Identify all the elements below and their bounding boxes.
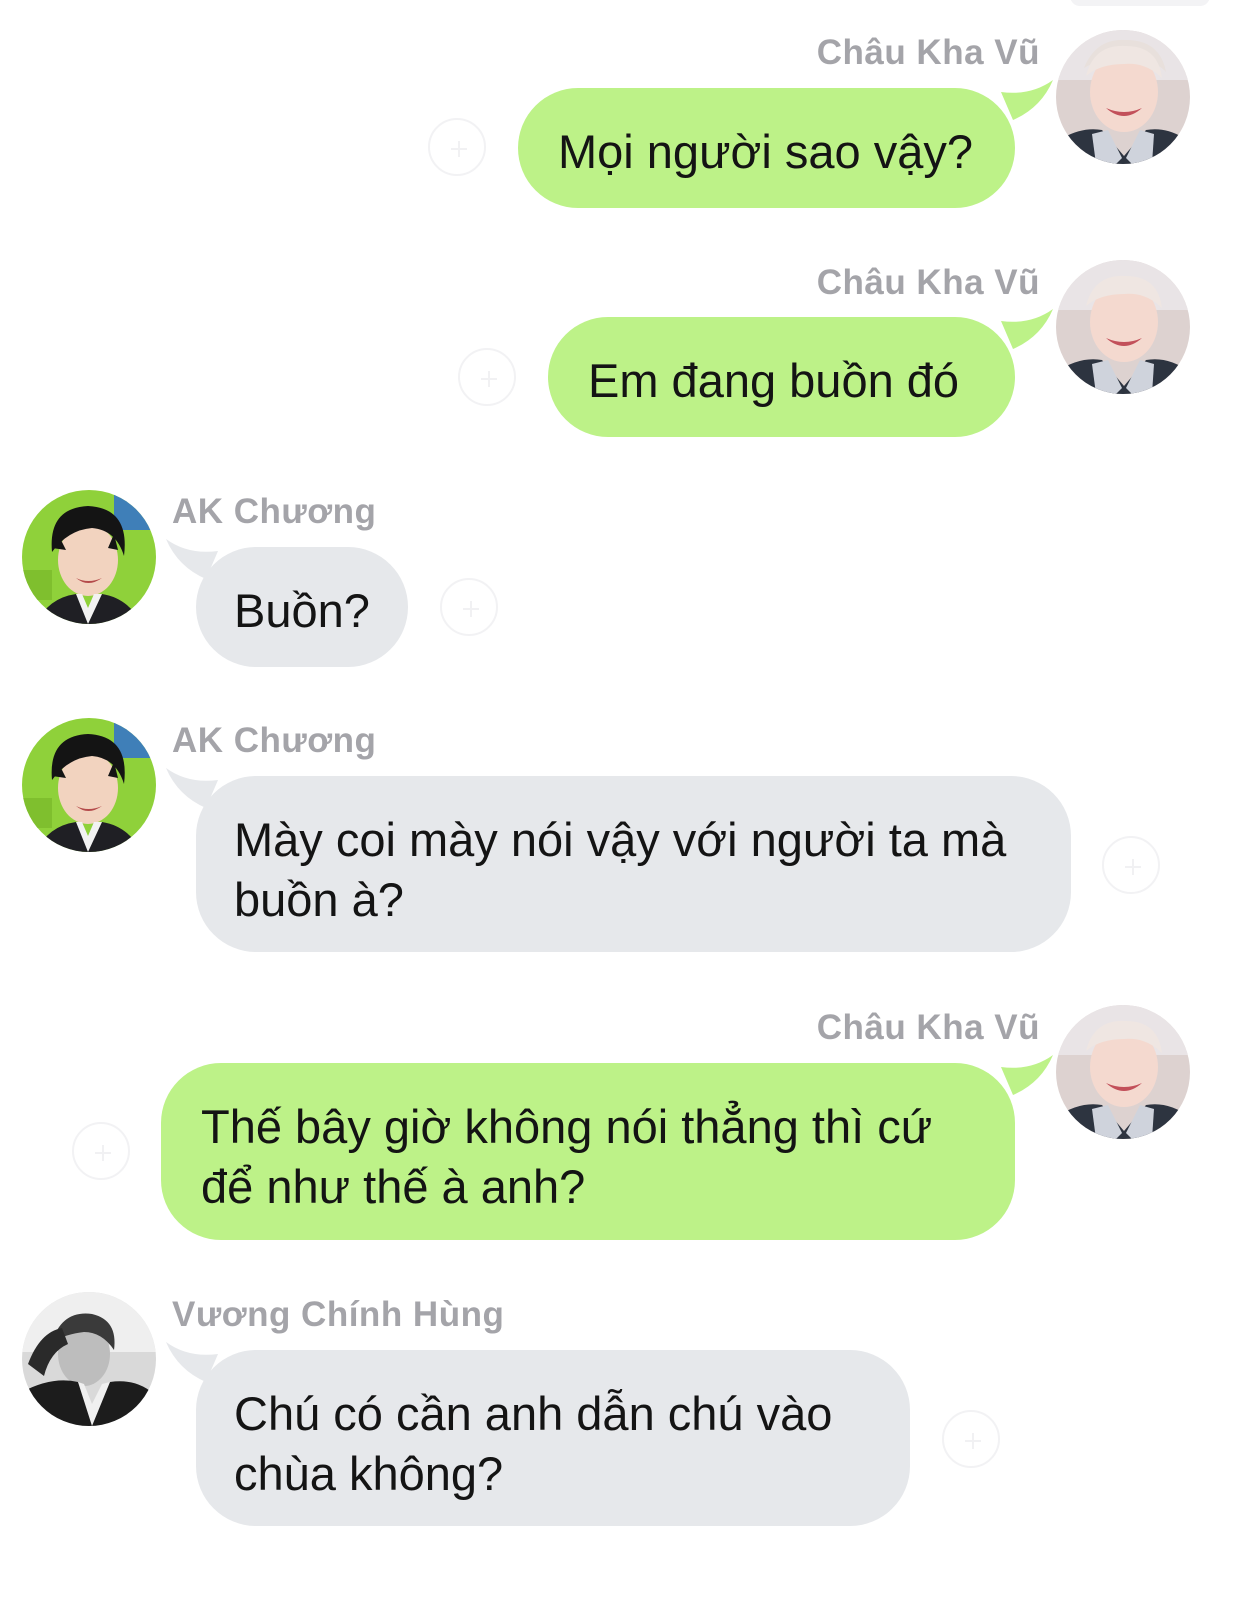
previous-message-edge [1070,0,1210,6]
message-bubble[interactable]: Mọi người sao vậy? [518,80,1053,208]
add-reaction-icon [481,371,497,387]
add-reaction-button[interactable] [1102,836,1160,894]
avatar-chau-kha-vu[interactable] [1056,260,1190,394]
add-reaction-icon [463,601,479,617]
avatar-vuong-chinh-hung[interactable] [22,1292,156,1426]
message-bubble[interactable]: Buồn? [166,539,408,667]
bubble-tail [1001,1055,1053,1095]
add-reaction-button[interactable] [428,118,486,176]
bubble-tail [166,768,218,808]
sender-name: Vương Chính Hùng [172,1295,505,1334]
bubble-tail [1001,80,1053,120]
add-reaction-button[interactable] [72,1122,130,1180]
bubble-tail [1001,309,1053,349]
avatar-ak-chuong[interactable] [22,490,156,624]
message-text: Em đang buồn đó [588,354,960,407]
add-reaction-icon [451,141,467,157]
message-bubble[interactable]: Mày coi mày nói vậy với người ta mà buồn… [166,768,1071,952]
sender-name: Châu Kha Vũ [816,33,1040,72]
sender-name: Châu Kha Vũ [816,1008,1040,1047]
add-reaction-button[interactable] [942,1410,1000,1468]
sender-name: AK Chương [172,721,377,760]
message-text: Thế bây giờ không nói thẳng thì cứ để nh… [201,1100,933,1213]
avatar-chau-kha-vu[interactable] [1056,1005,1190,1139]
add-reaction-icon [1125,859,1141,875]
message-text: Mọi người sao vậy? [558,125,973,178]
add-reaction-button[interactable] [458,348,516,406]
message-text: Buồn? [234,584,370,637]
avatar-chau-kha-vu[interactable] [1056,30,1190,164]
message-bubble[interactable]: Em đang buồn đó [548,309,1053,437]
sender-name: Châu Kha Vũ [816,263,1040,302]
bubble-tail [166,1342,218,1382]
message-bubble[interactable]: Chú có cần anh dẫn chú vào chùa không? [166,1342,910,1526]
message-text: Chú có cần anh dẫn chú vào chùa không? [234,1387,833,1500]
add-reaction-icon [95,1145,111,1161]
add-reaction-icon [965,1433,981,1449]
sender-name: AK Chương [172,492,377,531]
bubble-tail [166,539,218,579]
message-bubble[interactable]: Thế bây giờ không nói thẳng thì cứ để nh… [161,1055,1053,1240]
add-reaction-button[interactable] [440,578,498,636]
message-text: Mày coi mày nói vậy với người ta mà buồn… [234,813,1007,926]
avatar-ak-chuong[interactable] [22,718,156,852]
